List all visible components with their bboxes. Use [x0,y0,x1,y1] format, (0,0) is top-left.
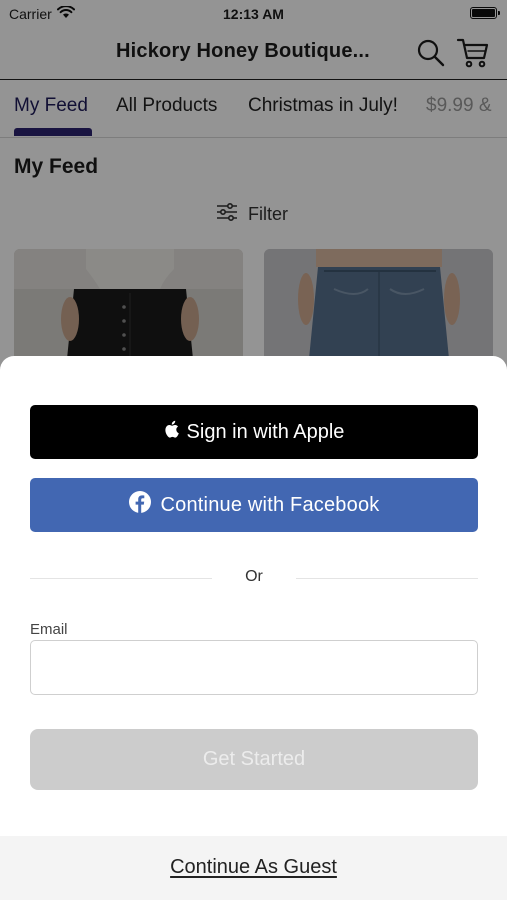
login-sheet: Sign in with Apple Continue with Faceboo… [0,356,507,900]
email-field[interactable] [30,640,478,695]
divider-line [296,578,478,579]
facebook-button-label: Continue with Facebook [160,493,380,516]
get-started-button[interactable]: Get Started [30,729,478,790]
continue-with-facebook-button[interactable]: Continue with Facebook [30,478,478,532]
guest-bar: Continue As Guest [0,836,507,900]
or-label: Or [245,568,263,585]
sign-in-with-apple-button[interactable]: Sign in with Apple [30,405,478,459]
or-divider: Or [30,568,478,588]
continue-as-guest-link[interactable]: Continue As Guest [0,856,507,879]
apple-button-label: Sign in with Apple [186,420,345,443]
apple-icon [164,420,179,444]
email-label: Email [30,621,68,638]
facebook-icon [128,491,151,519]
